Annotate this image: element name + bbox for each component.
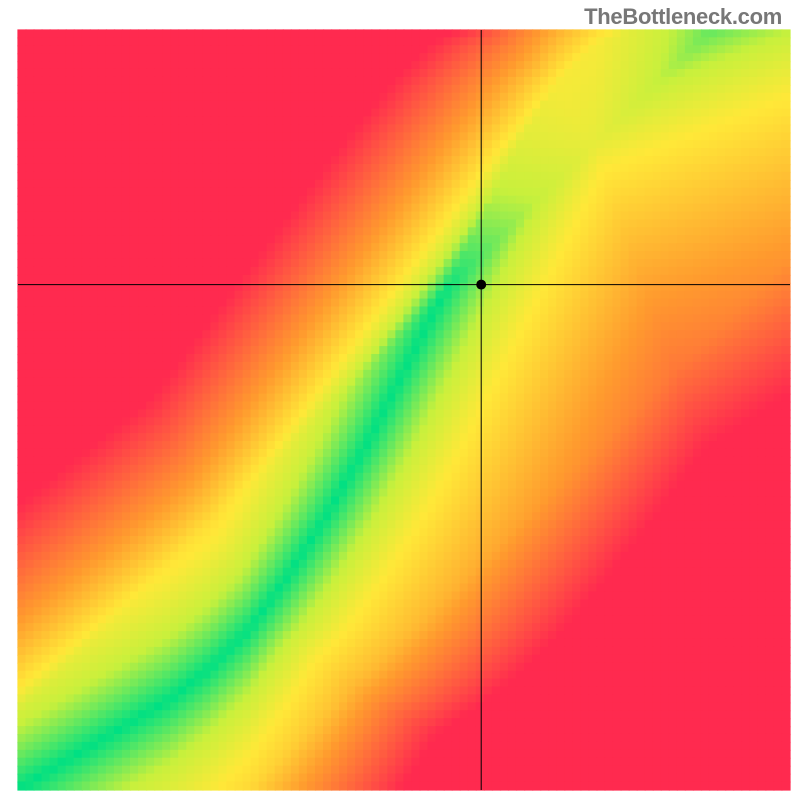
chart-container: TheBottleneck.com — [0, 0, 800, 800]
watermark-text: TheBottleneck.com — [584, 4, 782, 30]
heatmap-svg — [0, 0, 800, 800]
